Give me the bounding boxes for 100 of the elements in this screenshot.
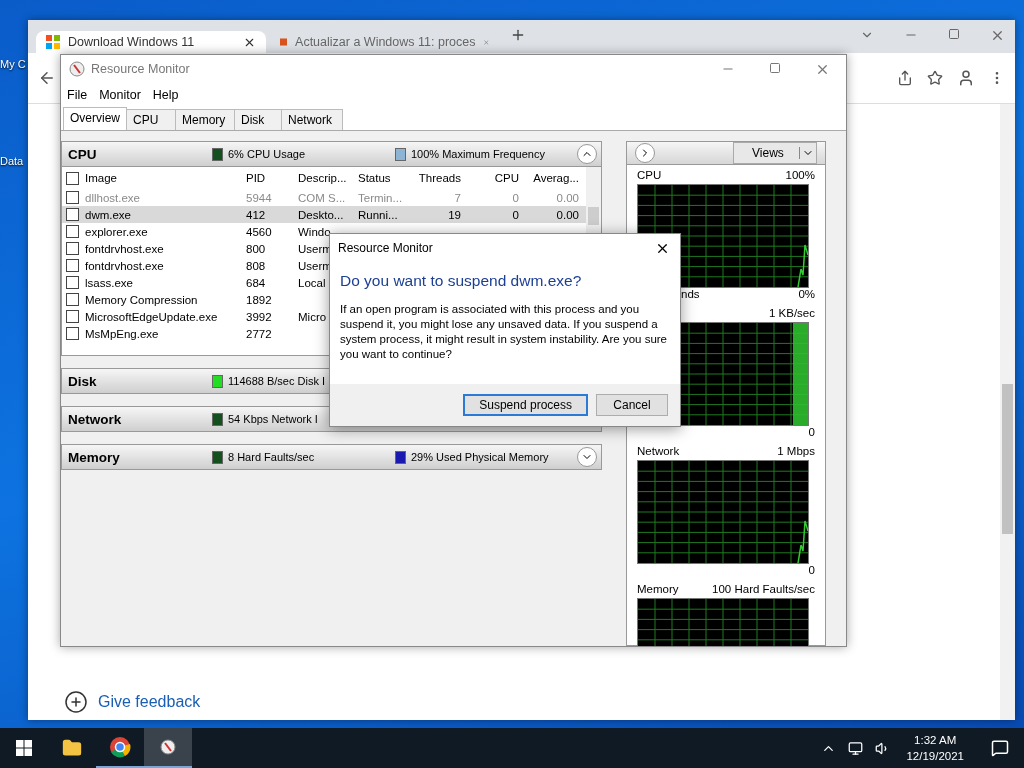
- graph-caption: nds: [681, 288, 700, 302]
- browser-tab[interactable]: Download Windows 11: [36, 31, 266, 53]
- table-cell: Termin...: [358, 191, 403, 204]
- column-header[interactable]: Image: [85, 172, 117, 184]
- folder-icon[interactable]: [62, 738, 82, 758]
- bookmark-star-icon[interactable]: [927, 70, 943, 86]
- table-cell: 0: [512, 191, 519, 204]
- table-cell: 2772: [246, 327, 272, 340]
- table-cell: explorer.exe: [85, 225, 148, 238]
- metric-text: 114688 B/sec Disk I: [228, 375, 325, 387]
- menu-item[interactable]: File: [67, 88, 88, 102]
- clock-time[interactable]: 1:32 AM: [914, 732, 957, 748]
- menu-item[interactable]: Help: [152, 88, 179, 102]
- tab[interactable]: Memory: [175, 109, 235, 130]
- expand-pane-icon[interactable]: [635, 143, 655, 163]
- metric-text: 54 Kbps Network I: [228, 413, 318, 425]
- tab[interactable]: CPU: [126, 109, 176, 130]
- share-icon[interactable]: [897, 70, 913, 86]
- maximize-icon[interactable]: [769, 61, 781, 74]
- column-header[interactable]: PID: [246, 172, 266, 184]
- app-icon: [69, 61, 85, 77]
- tab[interactable]: Disk: [234, 109, 282, 130]
- table-cell: 0: [512, 208, 519, 221]
- table-cell: MsMpEng.exe: [85, 327, 159, 340]
- app-icon[interactable]: [160, 739, 176, 755]
- section-header[interactable]: Memory 8 Hard Faults/sec 29% Used Physical Memory: [61, 444, 602, 470]
- checkbox[interactable]: [66, 259, 79, 272]
- section-header[interactable]: CPU 6% CPU Usage 100% Maximum Frequency: [61, 141, 602, 167]
- table-cell: 1892: [246, 293, 272, 306]
- tab-favicon-icon: [280, 35, 288, 49]
- table-cell: Deskto...: [298, 208, 344, 221]
- graph-title: Memory: [637, 583, 679, 597]
- table-cell: Local: [298, 276, 326, 289]
- add-icon: [64, 690, 88, 714]
- column-header[interactable]: CPU: [494, 172, 519, 184]
- start-icon[interactable]: [16, 740, 32, 756]
- table-cell: Runni...: [358, 208, 398, 221]
- clock-date[interactable]: 12/19/2021: [906, 748, 964, 764]
- collapse-icon[interactable]: [577, 144, 597, 164]
- column-header[interactable]: Descrip...: [298, 172, 347, 184]
- metric-text: 8 Hard Faults/sec: [228, 451, 315, 463]
- new-tab-icon[interactable]: [510, 27, 526, 43]
- checkbox[interactable]: [66, 310, 79, 323]
- table-cell: Micro: [298, 310, 327, 323]
- table-cell: dwm.exe: [85, 208, 132, 221]
- tab-favicon-icon: [46, 35, 60, 49]
- section-title: CPU: [68, 146, 98, 162]
- graph-scale: 0: [808, 564, 815, 578]
- checkbox[interactable]: [66, 242, 79, 255]
- checkbox[interactable]: [66, 171, 79, 185]
- table-cell: 0.00: [556, 208, 579, 221]
- table-cell: dllhost.exe: [85, 191, 140, 204]
- graph-title: Network: [637, 445, 680, 459]
- table-cell: fontdrvhost.exe: [85, 242, 164, 255]
- table-cell: 19: [448, 208, 461, 221]
- table-cell: MicrosoftEdgeUpdate.exe: [85, 310, 218, 323]
- give-feedback-link[interactable]: Give feedback: [64, 690, 201, 714]
- cancel-button[interactable]: Cancel: [596, 394, 668, 416]
- maximize-icon[interactable]: [948, 28, 960, 40]
- checkbox[interactable]: [66, 293, 79, 306]
- scrollbar[interactable]: [1000, 104, 1015, 720]
- checkbox[interactable]: [66, 191, 79, 204]
- checkbox[interactable]: [66, 208, 79, 221]
- column-header[interactable]: Status: [358, 172, 391, 184]
- tab[interactable]: Overview: [63, 107, 127, 130]
- graph-scale: 100 Hard Faults/sec: [712, 583, 815, 597]
- suspend-process-button[interactable]: Suspend process: [463, 394, 588, 416]
- menu-item[interactable]: Monitor: [99, 88, 141, 102]
- profile-icon[interactable]: [957, 69, 975, 87]
- browser-tab[interactable]: Actualizar a Windows 11: proces: [270, 31, 500, 53]
- browser-icon[interactable]: [109, 736, 131, 758]
- expand-icon[interactable]: [577, 447, 597, 467]
- graph-title: CPU: [637, 169, 662, 183]
- table-cell: Memory Compression: [85, 293, 198, 306]
- checkbox[interactable]: [66, 276, 79, 289]
- table-cell: 3992: [246, 310, 272, 323]
- network-icon[interactable]: [848, 740, 864, 756]
- back-icon[interactable]: [38, 69, 56, 87]
- notifications-icon[interactable]: [991, 739, 1009, 757]
- table-cell: Windo: [298, 225, 331, 238]
- table-cell: 0.00: [556, 191, 579, 204]
- table-cell: 800: [246, 242, 266, 255]
- desktop-icon-label[interactable]: My C: [0, 58, 26, 70]
- metric-text: 6% CPU Usage: [228, 148, 306, 160]
- tab[interactable]: Network: [281, 109, 343, 130]
- desktop-icon-label[interactable]: Data: [0, 155, 24, 167]
- table-cell: 4560: [246, 225, 272, 238]
- graph-scale: 100%: [785, 169, 815, 183]
- section-title: Memory: [68, 449, 121, 465]
- views-button[interactable]: Views: [733, 142, 817, 164]
- table-cell: 5944: [246, 191, 272, 204]
- graph-scale: 1 Mbps: [777, 445, 815, 459]
- table-cell: 7: [454, 191, 461, 204]
- table-cell: 412: [246, 208, 266, 221]
- column-header[interactable]: Averag...: [533, 172, 579, 184]
- metric-text: 29% Used Physical Memory: [411, 451, 549, 463]
- table-cell: 808: [246, 259, 266, 272]
- checkbox[interactable]: [66, 327, 79, 340]
- column-header[interactable]: Threads: [418, 172, 461, 184]
- checkbox[interactable]: [66, 225, 79, 238]
